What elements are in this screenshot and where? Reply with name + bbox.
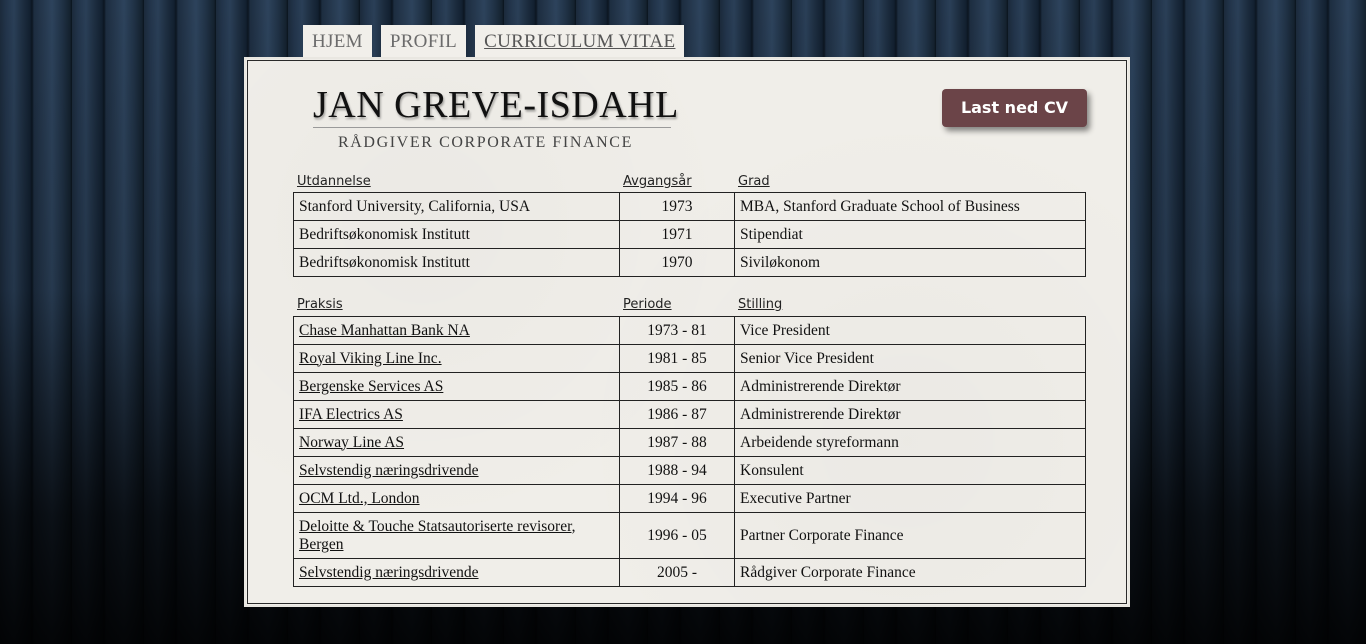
employer-cell: Bergenske Services AS — [293, 372, 620, 401]
cv-panel: JAN GREVE-ISDAHL RÅDGIVER CORPORATE FINA… — [244, 57, 1130, 607]
period-cell: 1973 - 81 — [619, 316, 735, 345]
position-cell: Administrerende Direktør — [734, 400, 1086, 429]
tab-curriculum-vitae[interactable]: CURRICULUM VITAE — [475, 25, 685, 58]
employer-link[interactable]: OCM Ltd., London — [299, 490, 420, 507]
table-row: Norway Line AS 1987 - 88 Arbeidende styr… — [293, 428, 1086, 457]
employer-link[interactable]: Norway Line AS — [299, 434, 404, 451]
employer-cell: OCM Ltd., London — [293, 484, 620, 513]
period-cell: 1996 - 05 — [619, 512, 735, 559]
position-cell: Senior Vice President — [734, 344, 1086, 373]
table-row: Royal Viking Line Inc. 1981 - 85 Senior … — [293, 344, 1086, 373]
education-header: Utdannelse — [297, 174, 371, 189]
main-nav: HJEM PROFIL CURRICULUM VITAE — [303, 25, 685, 58]
table-row: OCM Ltd., London 1994 - 96 Executive Par… — [293, 484, 1086, 513]
degree-cell: Stipendiat — [734, 220, 1086, 249]
position-cell: Rådgiver Corporate Finance — [734, 558, 1086, 587]
employer-link[interactable]: Selvstendig næringsdrivende — [299, 462, 479, 479]
position-cell: Administrerende Direktør — [734, 372, 1086, 401]
institution-cell: Stanford University, California, USA — [293, 192, 620, 221]
page-title: JAN GREVE-ISDAHL — [313, 84, 679, 126]
graduation-year-header: Avgangsår — [623, 174, 692, 189]
download-cv-button[interactable]: Last ned CV — [942, 89, 1087, 127]
table-row: Bedriftsøkonomisk Institutt 1971 Stipend… — [293, 220, 1086, 249]
table-row: Chase Manhattan Bank NA 1973 - 81 Vice P… — [293, 316, 1086, 345]
page-subtitle: RÅDGIVER CORPORATE FINANCE — [338, 134, 633, 151]
degree-cell: Siviløkonom — [734, 248, 1086, 277]
table-row: Bergenske Services AS 1985 - 86 Administ… — [293, 372, 1086, 401]
employer-cell: Selvstendig næringsdrivende — [293, 558, 620, 587]
period-cell: 1986 - 87 — [619, 400, 735, 429]
employer-link[interactable]: Deloitte & Touche Statsautoriserte revis… — [299, 518, 576, 553]
employer-link[interactable]: Selvstendig næringsdrivende — [299, 564, 479, 581]
employer-link[interactable]: Chase Manhattan Bank NA — [299, 322, 470, 339]
degree-cell: MBA, Stanford Graduate School of Busines… — [734, 192, 1086, 221]
table-row: Selvstendig næringsdrivende 2005 - Rådgi… — [293, 558, 1086, 587]
practice-header: Praksis — [297, 297, 343, 312]
employer-cell: Norway Line AS — [293, 428, 620, 457]
employer-link[interactable]: Royal Viking Line Inc. — [299, 350, 442, 367]
period-cell: 1994 - 96 — [619, 484, 735, 513]
position-cell: Konsulent — [734, 456, 1086, 485]
employer-cell: Royal Viking Line Inc. — [293, 344, 620, 373]
position-cell: Executive Partner — [734, 484, 1086, 513]
period-cell: 2005 - — [619, 558, 735, 587]
position-header: Stilling — [738, 297, 783, 312]
position-cell: Vice President — [734, 316, 1086, 345]
cv-panel-border: JAN GREVE-ISDAHL RÅDGIVER CORPORATE FINA… — [247, 60, 1127, 604]
education-table: Stanford University, California, USA 197… — [293, 192, 1086, 277]
employer-cell: Chase Manhattan Bank NA — [293, 316, 620, 345]
title-divider — [313, 127, 671, 128]
employer-link[interactable]: IFA Electrics AS — [299, 406, 403, 423]
period-header: Periode — [623, 297, 672, 312]
period-cell: 1987 - 88 — [619, 428, 735, 457]
table-row: Deloitte & Touche Statsautoriserte revis… — [293, 512, 1086, 559]
institution-cell: Bedriftsøkonomisk Institutt — [293, 220, 620, 249]
year-cell: 1971 — [619, 220, 735, 249]
position-cell: Partner Corporate Finance — [734, 512, 1086, 559]
employer-cell: Deloitte & Touche Statsautoriserte revis… — [293, 512, 620, 559]
practice-table: Chase Manhattan Bank NA 1973 - 81 Vice P… — [293, 316, 1086, 587]
period-cell: 1988 - 94 — [619, 456, 735, 485]
tab-profil[interactable]: PROFIL — [380, 25, 467, 58]
year-cell: 1970 — [619, 248, 735, 277]
table-row: Bedriftsøkonomisk Institutt 1970 Siviløk… — [293, 248, 1086, 277]
tab-hjem[interactable]: HJEM — [303, 25, 372, 58]
table-row: Stanford University, California, USA 197… — [293, 192, 1086, 221]
position-cell: Arbeidende styreformann — [734, 428, 1086, 457]
period-cell: 1981 - 85 — [619, 344, 735, 373]
table-row: IFA Electrics AS 1986 - 87 Administreren… — [293, 400, 1086, 429]
period-cell: 1985 - 86 — [619, 372, 735, 401]
employer-link[interactable]: Bergenske Services AS — [299, 378, 443, 395]
employer-cell: Selvstendig næringsdrivende — [293, 456, 620, 485]
year-cell: 1973 — [619, 192, 735, 221]
employer-cell: IFA Electrics AS — [293, 400, 620, 429]
degree-header: Grad — [738, 174, 770, 189]
institution-cell: Bedriftsøkonomisk Institutt — [293, 248, 620, 277]
table-row: Selvstendig næringsdrivende 1988 - 94 Ko… — [293, 456, 1086, 485]
